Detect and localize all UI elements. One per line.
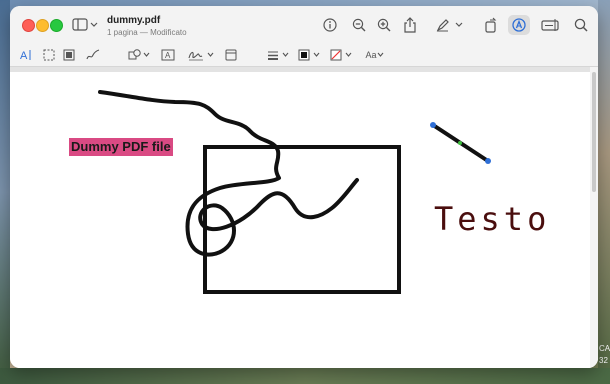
line-mid-handle[interactable] bbox=[458, 141, 462, 145]
desktop-bottom bbox=[0, 368, 610, 384]
sketch-stroke[interactable] bbox=[98, 90, 359, 257]
rectangle-shape[interactable] bbox=[203, 145, 401, 294]
desktop-left bbox=[0, 0, 10, 384]
preview-window: dummy.pdf 1 pagina — Modificato A A Aa D… bbox=[10, 6, 598, 368]
line-end-handle[interactable] bbox=[485, 158, 491, 164]
desktop-label-1: CA bbox=[599, 344, 610, 353]
desktop-label-2: 32 bbox=[599, 356, 608, 365]
line-start-handle[interactable] bbox=[430, 122, 436, 128]
annotations-layer bbox=[98, 90, 491, 294]
desktop-right bbox=[598, 0, 610, 384]
